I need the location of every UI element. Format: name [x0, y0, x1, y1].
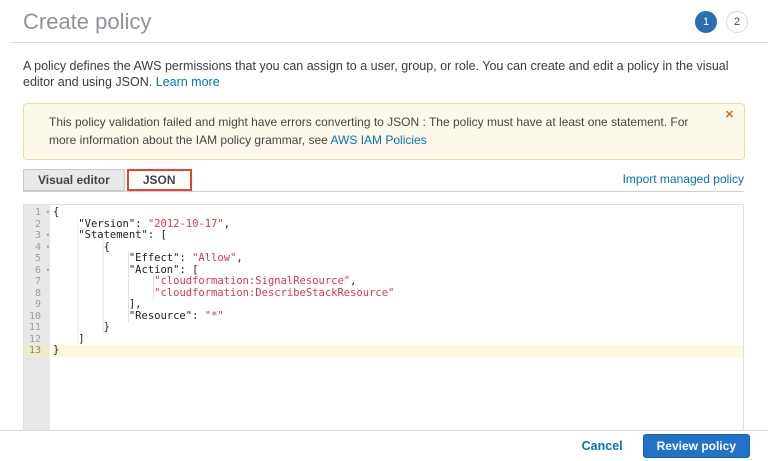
step-1: 1	[695, 11, 717, 33]
code-line: }	[53, 345, 743, 357]
code-token: {	[104, 241, 110, 253]
indent-guides	[53, 218, 78, 230]
gutter-line-number: 8	[24, 288, 50, 300]
fold-caret-icon[interactable]: ▾	[46, 207, 50, 219]
indent-guides	[53, 252, 129, 264]
fold-caret-icon[interactable]: ▾	[46, 242, 50, 254]
code-line: "Resource": "*"	[53, 311, 743, 323]
code-token: "Action"	[129, 264, 180, 276]
step-2: 2	[726, 11, 748, 33]
intro-description: A policy defines the AWS permissions tha…	[23, 59, 729, 89]
indent-guides	[53, 321, 104, 333]
gutter-line-number: 9	[24, 299, 50, 311]
gutter-line-number: 2	[24, 219, 50, 231]
tab-json[interactable]: JSON	[127, 169, 192, 191]
tab-visual-editor[interactable]: Visual editor	[23, 169, 125, 191]
code-token: : [	[179, 264, 198, 276]
close-icon[interactable]: ✕	[725, 109, 734, 121]
code-token: "Effect"	[129, 252, 180, 264]
code-line: "cloudformation:DescribeStackResource"	[53, 288, 743, 300]
create-policy-page: Create policy 12 A policy defines the AW…	[0, 0, 768, 461]
code-token-string: "cloudformation:SignalResource"	[154, 275, 350, 287]
page-title: Create policy	[23, 9, 151, 35]
code-token: : [	[148, 229, 167, 241]
validation-alert: This policy validation failed and might …	[23, 103, 745, 160]
import-managed-policy-link[interactable]: Import managed policy	[623, 169, 744, 186]
code-token: }	[104, 321, 110, 333]
page-header: Create policy 12	[0, 0, 768, 35]
editor-gutter: 1▾23▾4▾56▾78910111213	[24, 205, 50, 449]
indent-guides	[53, 275, 154, 287]
code-line: "Statement": [	[53, 230, 743, 242]
gutter-line-number: 6▾	[24, 265, 50, 277]
code-token: "Statement"	[78, 229, 148, 241]
indent-guides	[53, 241, 104, 253]
code-token: :	[179, 252, 192, 264]
step-indicators: 12	[695, 9, 748, 33]
indent-guides	[53, 287, 154, 299]
gutter-line-number: 3▾	[24, 230, 50, 242]
code-token: :	[192, 310, 205, 322]
fold-caret-icon[interactable]: ▾	[46, 265, 50, 277]
code-token: }	[53, 344, 59, 356]
code-token-string: "cloudformation:DescribeStackResource"	[154, 287, 394, 299]
aws-iam-policies-link[interactable]: AWS IAM Policies	[330, 133, 426, 147]
learn-more-link[interactable]: Learn more	[156, 75, 220, 89]
indent-guides	[53, 298, 129, 310]
json-policy-editor[interactable]: 1▾23▾4▾56▾78910111213 { "Version": "2012…	[23, 204, 744, 450]
gutter-line-number: 10	[24, 311, 50, 323]
code-token-string: "*"	[205, 310, 224, 322]
code-token-string: "2012-10-17"	[148, 218, 224, 230]
cancel-button[interactable]: Cancel	[582, 439, 623, 453]
gutter-line-number: 12	[24, 334, 50, 346]
indent-guides	[53, 264, 129, 276]
gutter-line-number: 5	[24, 253, 50, 265]
gutter-line-number: 11	[24, 322, 50, 334]
gutter-line-number: 1▾	[24, 207, 50, 219]
gutter-line-number: 4▾	[24, 242, 50, 254]
intro-text: A policy defines the AWS permissions tha…	[23, 58, 745, 90]
code-token: ],	[129, 298, 142, 310]
indent-guides	[53, 229, 78, 241]
code-line: ]	[53, 334, 743, 346]
code-token: ,	[350, 275, 356, 287]
code-token: "Version"	[78, 218, 135, 230]
editor-code-area[interactable]: { "Version": "2012-10-17", "Statement": …	[50, 205, 743, 449]
header-divider	[10, 42, 768, 43]
code-token: ]	[78, 333, 84, 345]
review-policy-button[interactable]: Review policy	[643, 434, 750, 458]
code-token: {	[53, 206, 59, 218]
code-token: ,	[224, 218, 230, 230]
indent-guides	[53, 333, 78, 345]
code-token: :	[135, 218, 148, 230]
code-token-string: "Allow"	[192, 252, 236, 264]
code-token: ,	[236, 252, 242, 264]
gutter-line-number: 7	[24, 276, 50, 288]
gutter-line-number: 13	[24, 345, 50, 357]
code-line: }	[53, 322, 743, 334]
tab-bar: Visual editor JSON Import managed policy	[23, 169, 744, 192]
fold-caret-icon[interactable]: ▾	[46, 230, 50, 242]
code-token: "Resource"	[129, 310, 192, 322]
indent-guides	[53, 310, 129, 322]
footer-bar: Cancel Review policy	[0, 430, 768, 461]
